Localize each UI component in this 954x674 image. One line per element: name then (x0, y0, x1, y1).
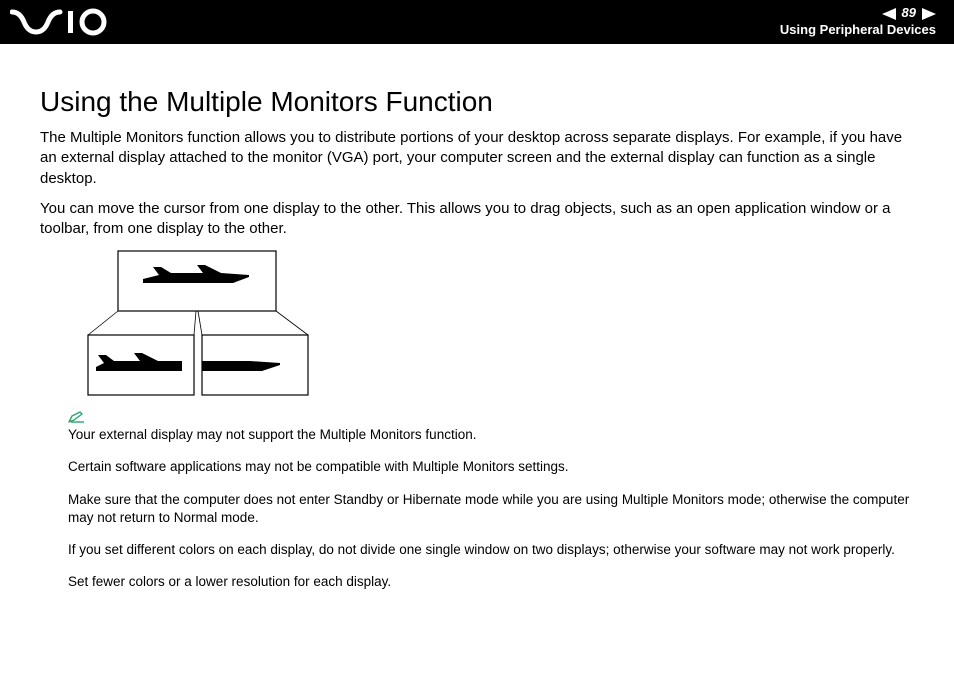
prev-page-arrow-icon[interactable] (882, 8, 896, 20)
intro-paragraph-1: The Multiple Monitors function allows yo… (40, 128, 914, 189)
note-5: Set fewer colors or a lower resolution f… (68, 573, 914, 591)
page-navigation: 89 (780, 5, 936, 22)
note-1: Your external display may not support th… (68, 426, 914, 444)
intro-paragraph-2: You can move the cursor from one display… (40, 199, 914, 240)
note-4: If you set different colors on each disp… (68, 541, 914, 559)
section-title: Using Peripheral Devices (780, 22, 936, 39)
vaio-logo (10, 8, 130, 36)
note-3: Make sure that the computer does not ent… (68, 491, 914, 527)
page-number: 89 (902, 5, 916, 22)
next-page-arrow-icon[interactable] (922, 8, 936, 20)
note-2: Certain software applications may not be… (68, 458, 914, 476)
page-content: Using the Multiple Monitors Function The… (0, 44, 954, 592)
note-pencil-icon (68, 410, 914, 424)
page-heading: Using the Multiple Monitors Function (40, 86, 914, 118)
page-header: 89 Using Peripheral Devices (0, 0, 954, 44)
multiple-monitors-diagram (68, 249, 914, 404)
